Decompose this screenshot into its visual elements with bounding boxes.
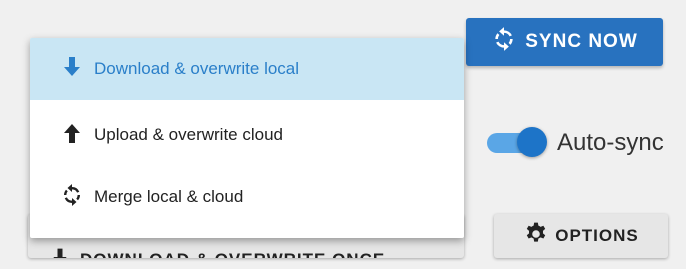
menu-item-label: Merge local & cloud [94, 187, 244, 206]
toggle-knob [517, 127, 547, 157]
arrow-up-icon [60, 121, 84, 150]
menu-item-upload-overwrite-cloud[interactable]: Upload & overwrite cloud [30, 104, 464, 166]
arrow-down-icon [50, 247, 70, 258]
sync-options-dropdown: Download & overwrite local Upload & over… [30, 38, 464, 238]
sync-now-button[interactable]: SYNC NOW [466, 18, 663, 66]
gear-icon [523, 221, 549, 252]
arrow-down-icon [60, 55, 84, 84]
options-button[interactable]: OPTIONS [494, 214, 668, 258]
sync-icon [60, 183, 84, 212]
sync-icon [491, 26, 517, 58]
sync-now-label: SYNC NOW [525, 31, 638, 52]
options-label: OPTIONS [555, 226, 639, 245]
auto-sync-toggle[interactable] [487, 127, 549, 159]
menu-item-label: Download & overwrite local [94, 59, 300, 78]
menu-item-download-overwrite-local[interactable]: Download & overwrite local [30, 38, 464, 100]
menu-item-merge-local-cloud[interactable]: Merge local & cloud [30, 166, 464, 228]
auto-sync-label: Auto-sync [557, 129, 664, 156]
download-once-label: DOWNLOAD & OVERWRITE ONCE [80, 250, 385, 259]
menu-item-label: Upload & overwrite cloud [94, 125, 283, 144]
